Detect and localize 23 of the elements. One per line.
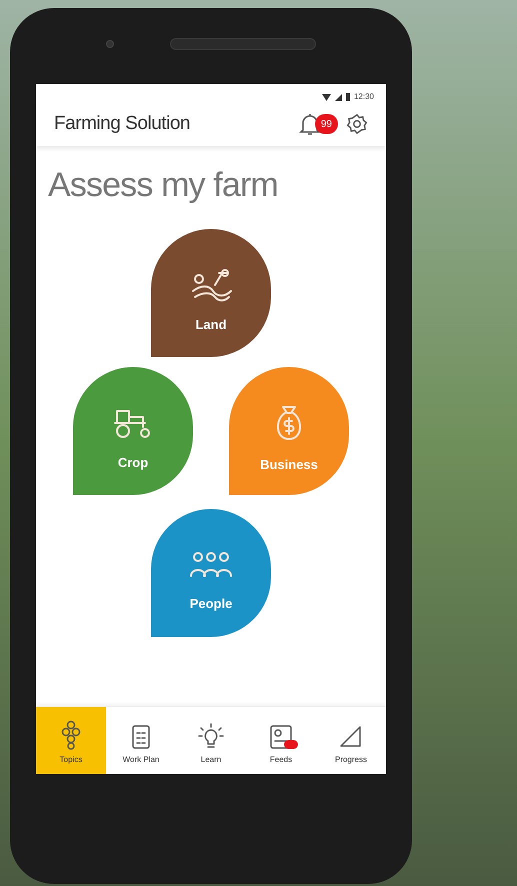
battery-icon xyxy=(346,93,350,101)
field-icon xyxy=(189,267,233,304)
news-icon xyxy=(269,724,293,750)
topic-tile[interactable]: Crop xyxy=(73,367,193,495)
camera-icon xyxy=(106,40,114,48)
status-time: 12:30 xyxy=(354,91,374,103)
settings-icon[interactable] xyxy=(346,113,368,135)
nav-tab[interactable]: Learn xyxy=(176,707,246,774)
lightbulb-icon xyxy=(197,722,225,750)
notification-badge: 99 xyxy=(314,114,338,134)
nav-tab[interactable]: Progress xyxy=(316,707,386,774)
bell-icon[interactable] xyxy=(298,112,321,136)
checklist-icon xyxy=(131,724,151,750)
triangle-icon xyxy=(338,724,364,750)
app-title: Farming Solution xyxy=(54,112,190,136)
nav-tab[interactable]: Work Plan xyxy=(106,707,176,774)
topic-tile[interactable]: Land xyxy=(151,229,271,357)
nav-tab[interactable]: Feeds xyxy=(246,707,316,774)
linked-circles-icon xyxy=(61,720,81,750)
wifi-icon xyxy=(322,94,331,100)
nav-tab[interactable]: Topics xyxy=(36,707,106,774)
page-heading: Assess my farm xyxy=(47,165,279,206)
signal-icon xyxy=(334,94,342,100)
